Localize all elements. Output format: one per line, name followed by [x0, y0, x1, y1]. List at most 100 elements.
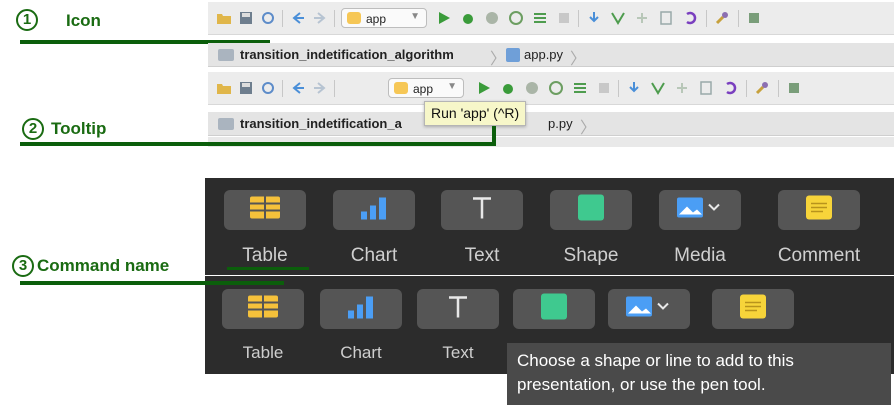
- ide-breadcrumb-bar-2: transition_indetification_a p.py 〉: [208, 112, 894, 137]
- debug-icon[interactable]: [460, 10, 476, 26]
- text-command-name: Text: [442, 343, 474, 362]
- text-button[interactable]: [441, 190, 523, 230]
- annotation-underline-tooltip: [20, 142, 496, 146]
- shape-tooltip-line-1: Choose a shape or line to add to this: [517, 351, 794, 370]
- text-command-name: Text: [464, 245, 500, 266]
- vcs-push-icon[interactable]: [674, 80, 690, 96]
- text-icon: [471, 196, 493, 225]
- vcs-commit-icon[interactable]: [650, 80, 666, 96]
- revert-icon[interactable]: [682, 10, 698, 26]
- run-icon[interactable]: [476, 80, 492, 96]
- chart-icon: [346, 295, 376, 324]
- forward-arrow-icon[interactable]: [312, 80, 328, 96]
- shape-button[interactable]: [550, 190, 632, 230]
- chart-button[interactable]: [320, 289, 402, 329]
- vcs-history-icon[interactable]: [698, 80, 714, 96]
- stop-icon[interactable]: [596, 80, 612, 96]
- shape-icon: [541, 293, 567, 325]
- run-tooltip: Run 'app' (^R): [424, 101, 527, 126]
- python-icon: [394, 82, 408, 94]
- project-structure-icon[interactable]: [786, 80, 802, 96]
- breadcrumb-chevron-icon: 〉: [490, 51, 507, 68]
- settings-wrench-icon[interactable]: [714, 10, 730, 26]
- back-arrow-icon[interactable]: [290, 10, 306, 26]
- open-folder-icon[interactable]: [216, 10, 232, 26]
- vcs-commit-icon[interactable]: [610, 10, 626, 26]
- concurrency-icon[interactable]: [532, 10, 548, 26]
- chart-command-name: Chart: [340, 343, 382, 362]
- chevron-down-icon: ▼: [410, 11, 420, 22]
- python-icon: [347, 12, 361, 24]
- run-config-dropdown[interactable]: app ▼: [341, 8, 427, 28]
- shape-command-name: Shape: [563, 245, 619, 266]
- run-icon[interactable]: [436, 10, 452, 26]
- vcs-update-icon[interactable]: [626, 80, 642, 96]
- breadcrumb-file[interactable]: app.py: [524, 47, 563, 62]
- python-file-icon: [506, 48, 520, 62]
- annotation-label-command: Command name: [37, 256, 170, 275]
- shape-icon: [578, 194, 604, 226]
- comment-icon: [806, 195, 832, 225]
- shape-tooltip: Choose a shape or line to add to this pr…: [507, 343, 891, 405]
- media-button[interactable]: [659, 190, 741, 230]
- chart-command-name: Chart: [350, 245, 398, 266]
- table-command-name: Table: [242, 245, 288, 266]
- coverage-icon[interactable]: [484, 10, 500, 26]
- annotation-label-tooltip: Tooltip: [51, 119, 107, 138]
- shape-button[interactable]: [513, 289, 595, 329]
- media-icon: [677, 197, 723, 224]
- table-button[interactable]: [224, 190, 306, 230]
- revert-icon[interactable]: [722, 80, 738, 96]
- folder-icon: [218, 118, 234, 130]
- save-icon[interactable]: [238, 10, 254, 26]
- profile-icon[interactable]: [548, 80, 564, 96]
- chart-button[interactable]: [333, 190, 415, 230]
- comment-button[interactable]: [712, 289, 794, 329]
- profile-icon[interactable]: [508, 10, 524, 26]
- open-folder-icon[interactable]: [216, 80, 232, 96]
- breadcrumb-chevron-icon: 〉: [580, 120, 597, 137]
- project-structure-icon[interactable]: [746, 10, 762, 26]
- text-icon: [447, 295, 469, 324]
- text-button[interactable]: [417, 289, 499, 329]
- annotation-label-icon: Icon: [66, 11, 101, 30]
- folder-icon: [218, 49, 234, 61]
- debug-icon[interactable]: [500, 80, 516, 96]
- settings-wrench-icon[interactable]: [754, 80, 770, 96]
- ide-toolbar-1: app ▼: [208, 2, 894, 35]
- run-config-dropdown[interactable]: app ▼: [388, 78, 464, 98]
- table-button[interactable]: [222, 289, 304, 329]
- annotation-number-3: 3: [12, 255, 34, 277]
- table-icon: [248, 295, 278, 323]
- comment-command-name: Comment: [777, 245, 861, 266]
- save-icon[interactable]: [238, 80, 254, 96]
- annotation-label-underline: [227, 267, 309, 270]
- ide-toolbar-2: app ▼: [208, 72, 894, 105]
- chevron-down-icon: ▼: [447, 81, 457, 92]
- vcs-update-icon[interactable]: [586, 10, 602, 26]
- media-command-name: Media: [674, 245, 726, 266]
- breadcrumb-chevron-icon: 〉: [570, 51, 587, 68]
- vcs-push-icon[interactable]: [634, 10, 650, 26]
- sync-icon[interactable]: [260, 10, 276, 26]
- stop-icon[interactable]: [556, 10, 572, 26]
- breadcrumb-folder[interactable]: transition_indetification_a: [240, 116, 402, 131]
- concurrency-icon[interactable]: [572, 80, 588, 96]
- media-button[interactable]: [608, 289, 690, 329]
- annotation-number-1: 1: [16, 9, 38, 31]
- ide-breadcrumb-bar-1: transition_indetification_algorithm 〉 ap…: [208, 43, 894, 68]
- forward-arrow-icon[interactable]: [312, 10, 328, 26]
- annotation-underline-command: [20, 281, 284, 285]
- media-icon: [626, 296, 672, 323]
- chart-icon: [359, 196, 389, 225]
- back-arrow-icon[interactable]: [290, 80, 306, 96]
- breadcrumb-file[interactable]: p.py: [548, 116, 573, 131]
- annotation-connector-tooltip: [492, 126, 496, 146]
- sync-icon[interactable]: [260, 80, 276, 96]
- annotation-number-2: 2: [22, 118, 44, 140]
- vcs-history-icon[interactable]: [658, 10, 674, 26]
- breadcrumb-folder[interactable]: transition_indetification_algorithm: [240, 47, 454, 62]
- comment-button[interactable]: [778, 190, 860, 230]
- table-command-name: Table: [242, 343, 284, 362]
- coverage-icon[interactable]: [524, 80, 540, 96]
